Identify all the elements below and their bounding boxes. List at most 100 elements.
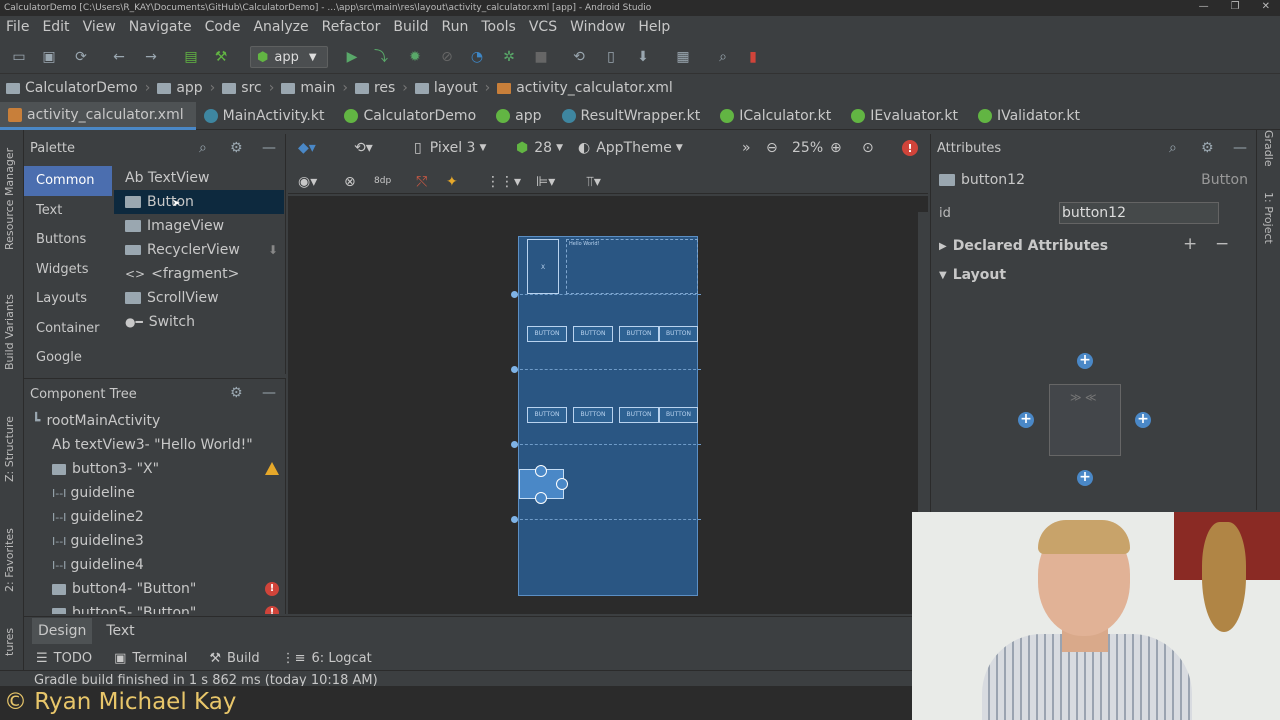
blueprint-preview[interactable]: X Hello World! BUTTON BUTTON BUTTON BUTT… <box>511 236 701 596</box>
hide-icon[interactable]: — <box>262 140 276 156</box>
button-preview[interactable]: BUTTON <box>659 407 698 423</box>
menu-file[interactable]: File <box>6 19 29 35</box>
tab-ivalidator-kt[interactable]: IValidator.kt <box>970 102 1092 130</box>
palette-item-scrollview[interactable]: ScrollView <box>114 286 284 310</box>
infer-constraints-icon[interactable]: ✦ <box>446 174 458 190</box>
gear-icon[interactable]: ⚙ <box>1201 140 1214 156</box>
menu-help[interactable]: Help <box>638 19 670 35</box>
project-structure-icon[interactable]: ▦ <box>674 49 692 65</box>
declared-attributes-section[interactable]: ▶ Declared Attributes <box>939 238 1108 254</box>
error-icon[interactable]: ! <box>265 606 279 614</box>
palette-category-layouts[interactable]: Layouts <box>24 284 112 314</box>
breadcrumb-item[interactable]: activity_calculator.xml <box>497 80 673 96</box>
device-manager-icon[interactable]: ▮ <box>744 49 762 65</box>
menu-navigate[interactable]: Navigate <box>129 19 192 35</box>
tree-row-guideline[interactable]: I--I guideline <box>24 481 285 505</box>
apply-changes-icon[interactable]: ⤵ <box>372 49 390 65</box>
constraint-handle[interactable] <box>535 465 547 477</box>
coverage-icon[interactable]: ✲ <box>500 49 518 65</box>
stop-icon[interactable]: ■ <box>532 49 550 65</box>
guideline-marker[interactable] <box>511 516 701 523</box>
add-bottom-constraint-icon[interactable]: + <box>1077 470 1093 486</box>
design-surface-icon[interactable]: ◆▾ <box>298 140 316 156</box>
menu-analyze[interactable]: Analyze <box>253 19 308 35</box>
build-tab[interactable]: ⚒ Build <box>209 651 259 666</box>
autoconnect-icon[interactable]: ⊗ <box>344 174 356 190</box>
tab-activity-calculator-xml[interactable]: activity_calculator.xml <box>0 102 196 130</box>
button-preview[interactable]: BUTTON <box>573 326 613 342</box>
design-canvas[interactable]: X Hello World! BUTTON BUTTON BUTTON BUTT… <box>288 196 928 614</box>
add-left-constraint-icon[interactable]: + <box>1018 412 1034 428</box>
open-folder-icon[interactable]: ▭ <box>10 49 28 65</box>
tree-row-button4[interactable]: button4- "Button"! <box>24 577 285 601</box>
error-icon[interactable]: ! <box>265 582 279 596</box>
tab-design[interactable]: Design <box>32 617 93 644</box>
button-preview[interactable]: BUTTON <box>573 407 613 423</box>
hide-icon[interactable]: — <box>262 385 276 401</box>
gear-icon[interactable]: ⚙ <box>230 140 243 156</box>
guideline-marker[interactable] <box>511 441 701 448</box>
gear-icon[interactable]: ⚙ <box>230 385 243 401</box>
menu-vcs[interactable]: VCS <box>529 19 557 35</box>
sync-icon[interactable]: ⟳ <box>72 49 90 65</box>
clear-constraints-icon[interactable]: ⤲ <box>416 174 427 190</box>
structure-tab[interactable]: Z: Structure <box>3 392 16 482</box>
tree-row-button3[interactable]: button3- "X" <box>24 457 285 481</box>
tab-text[interactable]: Text <box>100 618 140 644</box>
palette-item-recyclerview[interactable]: RecyclerView ⬇ <box>114 238 284 262</box>
palette-category-widgets[interactable]: Widgets <box>24 255 112 285</box>
tree-row-button5[interactable]: button5- "Button"! <box>24 601 285 614</box>
theme-select[interactable]: ◐ AppTheme ▼ <box>578 140 683 156</box>
attach-debugger-icon[interactable]: ⊘ <box>438 49 456 65</box>
button-preview[interactable]: BUTTON <box>527 326 567 342</box>
palette-item-fragment[interactable]: <> <fragment> <box>114 262 284 286</box>
run-configuration-select[interactable]: ⬢ app ▼ <box>250 46 328 68</box>
error-icon[interactable]: ! <box>902 140 918 156</box>
gradle-sync-icon[interactable]: ⟲ <box>570 49 588 65</box>
palette-item-textview[interactable]: Ab TextView <box>114 166 284 190</box>
search-icon[interactable]: ⌕ <box>714 49 732 65</box>
breadcrumb-item[interactable]: CalculatorDemo <box>6 80 138 96</box>
constraint-handle[interactable] <box>535 492 547 504</box>
tab-app[interactable]: app <box>488 102 553 130</box>
palette-category-text[interactable]: Text <box>24 196 112 226</box>
search-icon[interactable]: ⌕ <box>1169 140 1177 156</box>
remove-attribute-icon[interactable]: − <box>1215 234 1229 254</box>
guidelines-icon[interactable]: ⫪▾ <box>586 174 601 190</box>
button-preview[interactable]: BUTTON <box>619 326 659 342</box>
terminal-tab[interactable]: ▣ Terminal <box>114 651 187 666</box>
gradle-tab[interactable]: Gradle <box>1262 130 1275 180</box>
todo-tab[interactable]: ☰ TODO <box>36 651 92 666</box>
tab-calculatordemo[interactable]: CalculatorDemo <box>336 102 488 130</box>
search-icon[interactable]: ⌕ <box>199 140 207 156</box>
palette-item-switch[interactable]: ●━ Switch <box>114 310 284 334</box>
tree-row-guideline3[interactable]: I--I guideline3 <box>24 529 285 553</box>
resource-manager-tab[interactable]: Resource Manager <box>3 130 16 250</box>
default-margin-select[interactable]: 8dp <box>374 176 391 186</box>
tab-resultwrapper-kt[interactable]: ResultWrapper.kt <box>554 102 713 130</box>
x-button-preview[interactable]: X <box>527 239 559 294</box>
menu-view[interactable]: View <box>83 19 116 35</box>
forward-icon[interactable]: → <box>142 49 160 65</box>
menu-window[interactable]: Window <box>570 19 625 35</box>
align-icon[interactable]: ⊫▾ <box>536 174 555 190</box>
breadcrumb-item[interactable]: main <box>281 80 335 96</box>
button-preview[interactable]: BUTTON <box>659 326 698 342</box>
add-top-constraint-icon[interactable]: + <box>1077 353 1093 369</box>
minimize-icon[interactable]: — <box>1199 1 1209 12</box>
back-icon[interactable]: ← <box>110 49 128 65</box>
menu-run[interactable]: Run <box>442 19 469 35</box>
button-preview[interactable]: BUTTON <box>527 407 567 423</box>
zoom-fit-icon[interactable]: ⊙ <box>862 140 874 156</box>
palette-category-container[interactable]: Container <box>24 314 112 344</box>
tree-row-textview3[interactable]: Ab textView3- "Hello World!" <box>24 433 285 457</box>
warning-icon[interactable] <box>265 462 279 475</box>
breadcrumb-item[interactable]: src <box>222 80 262 96</box>
palette-category-common[interactable]: Common <box>24 166 112 196</box>
restore-icon[interactable]: ❐ <box>1231 1 1240 12</box>
api-level-select[interactable]: ⬢ 28 ▼ <box>516 140 563 156</box>
make-module-icon[interactable]: ▤ <box>182 49 200 65</box>
tab-icalculator-kt[interactable]: ICalculator.kt <box>712 102 843 130</box>
breadcrumb-item[interactable]: res <box>354 80 395 96</box>
menu-refactor[interactable]: Refactor <box>322 19 381 35</box>
